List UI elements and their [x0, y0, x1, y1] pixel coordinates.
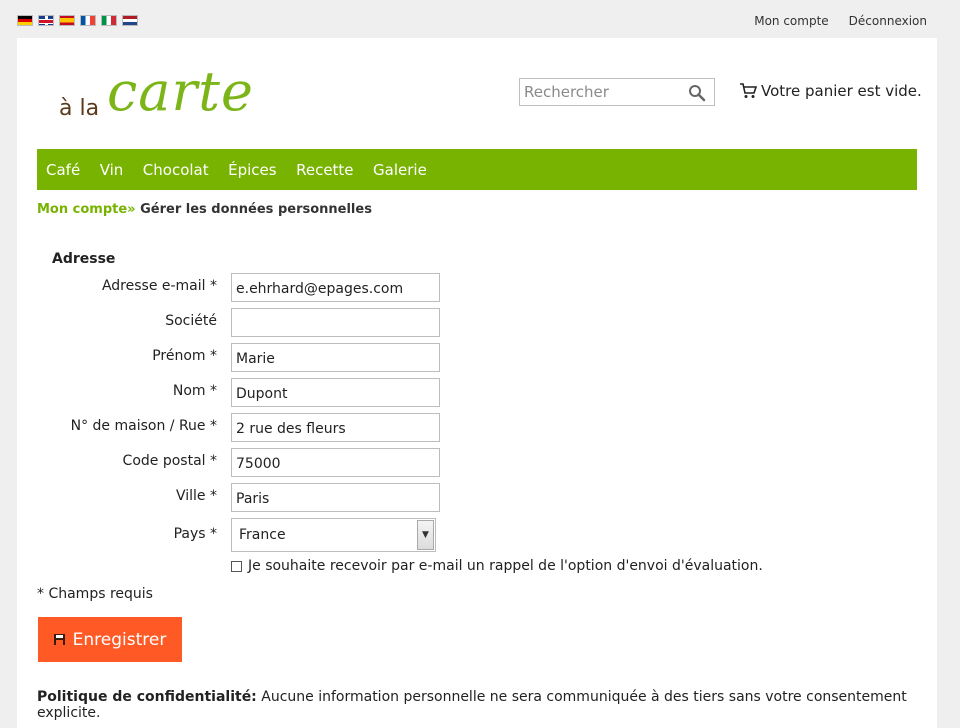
nav-item-cafe[interactable]: Café	[46, 161, 80, 179]
search-box	[519, 78, 715, 106]
main-navigation: Café Vin Chocolat Épices Recette Galerie	[37, 149, 917, 190]
lastname-field[interactable]	[231, 378, 440, 407]
breadcrumb-my-account[interactable]: Mon compte	[37, 202, 127, 217]
firstname-label: Prénom *	[152, 348, 217, 364]
nav-item-chocolat[interactable]: Chocolat	[143, 161, 209, 179]
country-row: Pays * France ▼	[17, 518, 937, 552]
language-flags	[17, 15, 138, 26]
save-button[interactable]: Enregistrer	[38, 617, 182, 662]
required-fields-note: * Champs requis	[37, 586, 153, 602]
save-button-label: Enregistrer	[72, 629, 167, 650]
lastname-label: Nom *	[172, 383, 217, 399]
top-bar: Mon compte Déconnexion	[0, 0, 960, 38]
firstname-field[interactable]	[231, 343, 440, 372]
firstname-row: Prénom *	[17, 343, 937, 372]
cart-text: Votre panier est vide.	[761, 82, 922, 100]
floppy-disk-icon	[53, 634, 65, 645]
privacy-policy: Politique de confidentialité: Aucune inf…	[37, 689, 927, 721]
reminder-checkbox[interactable]	[231, 560, 242, 572]
city-label: Ville *	[175, 488, 217, 504]
flag-english-icon[interactable]	[38, 15, 54, 26]
nav-item-epices[interactable]: Épices	[228, 161, 276, 179]
nav-item-recette[interactable]: Recette	[296, 161, 353, 179]
account-links: Mon compte Déconnexion	[754, 14, 927, 28]
logout-link[interactable]: Déconnexion	[849, 14, 927, 28]
street-field[interactable]	[231, 413, 440, 442]
breadcrumb: Mon compte» Gérer les données personnell…	[37, 202, 372, 217]
city-row: Ville *	[17, 483, 937, 512]
email-label: Adresse e-mail *	[101, 278, 217, 294]
lastname-row: Nom *	[17, 378, 937, 407]
reminder-checkbox-label[interactable]: Je souhaite recevoir par e-mail un rappe…	[248, 558, 763, 574]
shopping-cart-icon	[740, 83, 757, 98]
flag-italian-icon[interactable]	[101, 15, 117, 26]
address-section-title: Adresse	[52, 251, 116, 267]
search-input[interactable]	[520, 79, 688, 105]
country-select[interactable]: France ▼	[231, 518, 436, 552]
flag-german-icon[interactable]	[17, 15, 33, 26]
breadcrumb-current: Gérer les données personnelles	[140, 202, 372, 217]
logo-big-text: carte	[107, 60, 254, 123]
reminder-option: Je souhaite recevoir par e-mail un rappe…	[231, 558, 763, 574]
email-row: Adresse e-mail *	[17, 273, 937, 302]
chevron-down-icon[interactable]: ▼	[417, 520, 434, 550]
my-account-link[interactable]: Mon compte	[754, 14, 828, 28]
flag-dutch-icon[interactable]	[122, 15, 138, 26]
flag-french-icon[interactable]	[80, 15, 96, 26]
city-field[interactable]	[231, 483, 440, 512]
nav-item-vin[interactable]: Vin	[100, 161, 124, 179]
company-label: Société	[165, 313, 217, 329]
zip-row: Code postal *	[17, 448, 937, 477]
zip-label: Code postal *	[122, 453, 217, 469]
zip-field[interactable]	[231, 448, 440, 477]
flag-spanish-icon[interactable]	[59, 15, 75, 26]
main-panel: à la carte Votre panier est vide. Café V…	[17, 38, 937, 728]
shop-logo[interactable]: à la carte	[59, 60, 279, 126]
cart-status[interactable]: Votre panier est vide.	[739, 82, 922, 100]
country-selected-value: France	[239, 527, 286, 543]
street-row: N° de maison / Rue *	[17, 413, 937, 442]
company-field[interactable]	[231, 308, 440, 337]
country-label: Pays *	[173, 526, 217, 542]
email-field[interactable]	[231, 273, 440, 302]
search-icon[interactable]	[688, 84, 706, 102]
logo-small-text: à la	[59, 96, 100, 121]
breadcrumb-separator: »	[127, 202, 136, 217]
privacy-title: Politique de confidentialité:	[37, 689, 257, 705]
nav-item-galerie[interactable]: Galerie	[373, 161, 427, 179]
company-row: Société	[17, 308, 937, 337]
street-label: N° de maison / Rue *	[70, 418, 217, 434]
